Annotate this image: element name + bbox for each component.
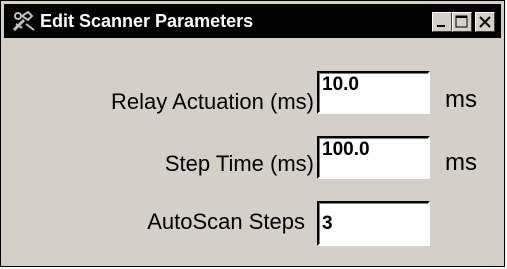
minimize-icon — [437, 25, 445, 27]
step-time-unit: ms — [445, 149, 477, 176]
relay-actuation-unit: ms — [445, 86, 477, 113]
window-title: Edit Scanner Parameters — [40, 11, 254, 31]
step-time-input[interactable]: 100.0 — [317, 136, 430, 179]
autoscan-steps-label: AutoScan Steps — [147, 209, 305, 234]
step-time-label: Step Time (ms) — [164, 151, 314, 176]
title-bar[interactable]: Edit Scanner Parameters — [4, 4, 501, 38]
maximize-icon — [455, 15, 468, 28]
maximize-button[interactable] — [452, 12, 472, 32]
minimize-button[interactable] — [432, 12, 452, 32]
autoscan-steps-input[interactable]: 3 — [317, 201, 430, 246]
edit-scanner-parameters-window: Edit Scanner Parameters Relay Actuation … — [0, 0, 505, 267]
relay-actuation-label: Relay Actuation (ms) — [111, 89, 314, 114]
relay-actuation-input[interactable]: 10.0 — [317, 71, 430, 114]
close-icon — [479, 16, 491, 28]
close-button[interactable] — [475, 12, 495, 32]
scanner-wrench-icon — [12, 10, 36, 32]
